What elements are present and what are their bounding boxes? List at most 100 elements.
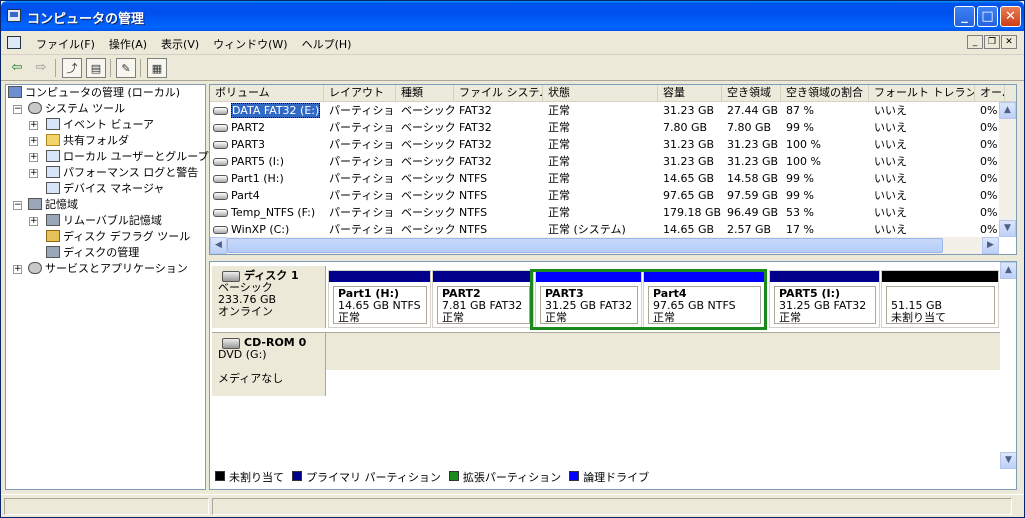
legend-logical: 論理ドライブ xyxy=(569,469,649,485)
col-type[interactable]: 種類 xyxy=(396,85,454,102)
app-menu-icon[interactable] xyxy=(7,36,21,49)
table-row[interactable]: PART2 パーティションベーシック FAT32 正常 7.80 GB 7.80 GB 99… xyxy=(210,119,1016,136)
child-minimize-icon[interactable]: _ xyxy=(967,35,983,49)
close-button[interactable]: ✕ xyxy=(1000,6,1021,27)
horizontal-scrollbar[interactable]: ◀ ▶ xyxy=(210,237,999,254)
table-cell: 14.65 GB xyxy=(663,223,715,236)
partition-state: 正常 xyxy=(338,311,360,324)
tree-services-apps[interactable]: サービスとアプリケーション xyxy=(28,261,188,277)
table-cell: 31.23 GB xyxy=(727,138,779,151)
expand-toggle[interactable]: + xyxy=(29,121,38,130)
tree-root[interactable]: コンピュータの管理 (ローカル) xyxy=(8,85,180,101)
menu-view[interactable]: 表示(V) xyxy=(154,36,206,52)
tree-removable-storage[interactable]: リムーバブル記憶域 xyxy=(46,213,162,229)
col-fault-tolerance[interactable]: フォールト トレランス xyxy=(869,85,975,102)
col-free[interactable]: 空き領域 xyxy=(722,85,781,102)
volume-icon xyxy=(213,124,228,132)
list-header: ボリューム レイアウト 種類 ファイル システム 状態 容量 空き領域 空き領域… xyxy=(210,85,1016,102)
scroll-right-icon[interactable]: ▶ xyxy=(982,237,999,254)
help-topics-icon[interactable]: ▦ xyxy=(147,58,167,78)
table-row[interactable]: WinXP (C:) パーティションベーシック NTFS 正常 (システム) 14.65… xyxy=(210,221,1016,238)
child-close-icon[interactable]: ✕ xyxy=(1001,35,1017,49)
legend-unallocated: 未割り当て xyxy=(215,469,284,485)
cdrom-name: CD-ROM 0 xyxy=(218,337,319,349)
table-row[interactable]: DATA FAT32 (E:) パーティションベーシック FAT32 正常 31.23 … xyxy=(210,102,1016,119)
tree-shared-folders[interactable]: 共有フォルダ xyxy=(46,133,129,149)
back-arrow-icon[interactable]: ⇦ xyxy=(7,58,27,78)
defrag-icon xyxy=(46,230,60,242)
tree-defrag[interactable]: ディスク デフラグ ツール xyxy=(46,229,190,245)
show-tree-icon[interactable]: ▤ xyxy=(86,58,106,78)
table-cell: 99 % xyxy=(786,189,814,202)
table-cell: Part4 xyxy=(231,189,260,202)
tree-local-users[interactable]: ローカル ユーザーとグループ xyxy=(46,149,209,165)
expand-toggle[interactable]: + xyxy=(29,169,38,178)
expand-toggle[interactable]: + xyxy=(29,137,38,146)
table-row[interactable]: Temp_NTFS (F:) パーティションベーシック NTFS 正常 179.18 G… xyxy=(210,204,1016,221)
performance-icon xyxy=(46,166,60,178)
collapse-toggle[interactable]: − xyxy=(13,105,22,114)
table-row[interactable]: PART5 (I:) パーティションベーシック FAT32 正常 31.23 GB 31.… xyxy=(210,153,1016,170)
table-cell: 正常 xyxy=(548,206,570,219)
col-free-pct[interactable]: 空き領域の割合 xyxy=(781,85,869,102)
users-icon xyxy=(46,150,60,162)
tree-disk-management[interactable]: ディスクの管理 xyxy=(46,245,139,261)
menu-file[interactable]: ファイル(F) xyxy=(29,36,102,52)
volume-icon xyxy=(213,209,228,217)
table-cell: PART3 xyxy=(231,138,266,151)
up-folder-icon[interactable]: ⤴ xyxy=(62,58,82,78)
table-cell: FAT32 xyxy=(459,121,492,134)
table-row[interactable]: Part4 パーティションベーシック NTFS 正常 97.65 GB 97.59 GB 9… xyxy=(210,187,1016,204)
collapse-toggle[interactable]: − xyxy=(13,201,22,210)
menu-help[interactable]: ヘルプ(H) xyxy=(295,36,359,52)
title-bar[interactable]: コンピュータの管理 _ □ ✕ xyxy=(1,1,1024,31)
graph-scroll-down-icon[interactable]: ▼ xyxy=(1000,452,1016,469)
minimize-button[interactable]: _ xyxy=(954,6,975,27)
graph-scroll-up-icon[interactable]: ▲ xyxy=(1000,262,1016,279)
expand-toggle[interactable]: + xyxy=(13,265,22,274)
legend-swatch xyxy=(569,471,580,481)
menu-action[interactable]: 操作(A) xyxy=(102,36,154,52)
disk1-label[interactable]: ディスク 1 ベーシック 233.76 GB オンライン xyxy=(212,266,326,328)
tree-event-viewer[interactable]: イベント ビューア xyxy=(46,117,154,133)
col-capacity[interactable]: 容量 xyxy=(658,85,722,102)
menu-window[interactable]: ウィンドウ(W) xyxy=(206,36,294,52)
table-row[interactable]: PART3 パーティションベーシック FAT32 正常 31.23 GB 31.23 GB… xyxy=(210,136,1016,153)
unallocated-block[interactable]: 51.15 GB 未割り当て xyxy=(881,270,999,328)
properties-icon[interactable]: ✎ xyxy=(116,58,136,78)
col-volume[interactable]: ボリューム xyxy=(210,85,324,102)
col-overhead[interactable]: オーバ xyxy=(975,85,1005,102)
scroll-left-icon[interactable]: ◀ xyxy=(210,237,227,254)
scroll-up-icon[interactable]: ▲ xyxy=(999,102,1016,119)
forward-arrow-icon[interactable]: ⇨ xyxy=(31,58,51,78)
table-cell: 97.65 GB xyxy=(663,189,715,202)
table-cell: 14.58 GB xyxy=(727,172,779,185)
expand-toggle[interactable]: + xyxy=(29,153,38,162)
tree-perf-logs[interactable]: パフォーマンス ログと警告 xyxy=(46,165,198,181)
table-cell: 31.23 GB xyxy=(663,138,715,151)
partition-block[interactable]: PART5 (I:) 31.25 GB FAT32 正常 xyxy=(769,270,880,328)
partition-block[interactable]: Part1 (H:) 14.65 GB NTFS 正常 xyxy=(328,270,431,328)
cdrom-label[interactable]: CD-ROM 0 DVD (G:) メディアなし xyxy=(212,332,326,396)
col-filesystem[interactable]: ファイル システム xyxy=(454,85,543,102)
col-status[interactable]: 状態 xyxy=(543,85,658,102)
scrollbar-thumb[interactable] xyxy=(227,238,943,253)
tree-system-tools[interactable]: システム ツール xyxy=(28,101,125,117)
disk1-name: ディスク 1 xyxy=(218,270,319,282)
partition-info: Part1 (H:) 14.65 GB NTFS 正常 xyxy=(333,286,427,324)
vertical-scrollbar[interactable]: ▲ ▼ xyxy=(999,102,1016,237)
table-cell: NTFS xyxy=(459,223,488,236)
table-row[interactable]: Part1 (H:) パーティションベーシック NTFS 正常 14.65 GB 14.5… xyxy=(210,170,1016,187)
window-title: コンピュータの管理 xyxy=(27,12,145,27)
table-cell: ベーシック xyxy=(401,138,454,151)
child-restore-icon[interactable]: ❐ xyxy=(984,35,1000,49)
col-layout[interactable]: レイアウト xyxy=(324,85,396,102)
partition-block[interactable]: PART2 7.81 GB FAT32 正常 xyxy=(432,270,534,328)
tree-device-manager[interactable]: デバイス マネージャ xyxy=(46,181,164,197)
scroll-down-icon[interactable]: ▼ xyxy=(999,220,1016,237)
tree-storage[interactable]: 記憶域 xyxy=(28,197,78,213)
maximize-button[interactable]: □ xyxy=(977,6,998,27)
disk1-status: オンライン xyxy=(218,305,273,318)
expand-toggle[interactable]: + xyxy=(29,217,38,226)
table-cell: いいえ xyxy=(874,104,907,117)
